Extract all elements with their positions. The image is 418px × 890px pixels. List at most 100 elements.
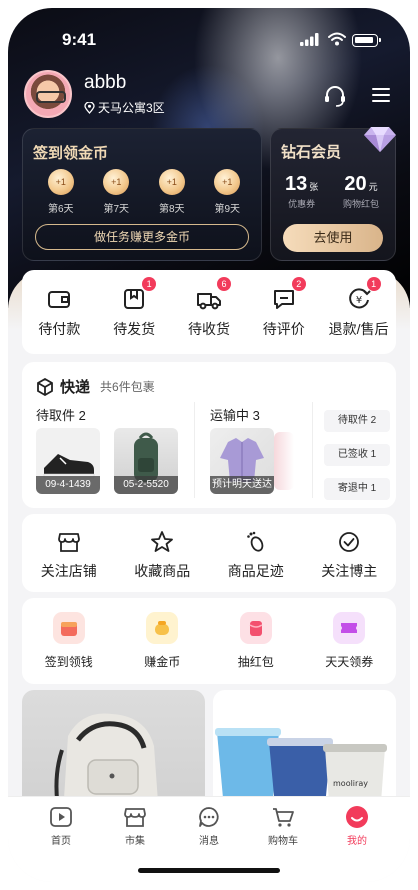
red-packet-glyph — [249, 621, 263, 636]
avatar[interactable] — [24, 70, 72, 118]
battery-icon — [352, 34, 381, 47]
coupon-count: 13 — [285, 173, 308, 195]
status-pill-count: 1 — [370, 483, 377, 494]
order-label: 待收货 — [187, 321, 230, 337]
coupon-stat[interactable]: 13 张 优惠券 — [285, 173, 318, 210]
coin-icon: +1 — [214, 169, 241, 195]
tab-label: 首页 — [51, 836, 71, 847]
order-pending-review[interactable]: 2 待评价 — [249, 277, 319, 354]
signin-title: 签到领金币 — [33, 145, 109, 162]
store-icon — [57, 533, 80, 552]
status-pill[interactable]: 待取件 2 — [324, 410, 390, 432]
activity-red-packet[interactable]: 抽红包 — [216, 612, 296, 684]
tab-market[interactable]: 市集 — [105, 805, 165, 847]
order-label: 待评价 — [262, 321, 305, 337]
home-indicator[interactable] — [138, 868, 280, 873]
tab-cart[interactable]: 购物车 — [253, 805, 313, 847]
shortcut-label: 关注店铺 — [40, 563, 97, 579]
signin-day-label: 第7天 — [103, 204, 130, 215]
activity-daily-coupon[interactable]: 天天领券 — [309, 612, 389, 684]
coin-jar-glyph — [155, 621, 170, 635]
ticket-icon — [333, 612, 366, 644]
shortcut-label: 商品足迹 — [227, 563, 284, 579]
wallet-icon — [48, 291, 71, 308]
package-item-peek — [274, 432, 294, 490]
status-pill[interactable]: 已签收 1 — [324, 444, 390, 466]
truck-icon — [196, 293, 221, 310]
box-icon — [37, 377, 53, 396]
signin-day[interactable]: +1 第8天 — [148, 169, 196, 215]
signin-day[interactable]: +1 第9天 — [203, 169, 251, 215]
tab-label: 市集 — [125, 836, 145, 847]
activity-earn-coins[interactable]: 赚金币 — [122, 612, 202, 684]
red-packet-amount: 20 — [344, 173, 367, 195]
refund-icon: ¥ — [348, 288, 371, 309]
location-pin-icon — [84, 101, 95, 114]
comment-icon-wrap: 2 — [271, 277, 306, 312]
express-header[interactable]: 快递 共6件包裹 — [36, 376, 155, 397]
shortcut-history[interactable]: 商品足迹 — [216, 530, 296, 592]
profile-smile-icon — [346, 806, 368, 828]
order-label: 待付款 — [38, 321, 81, 337]
signin-day[interactable]: +1 第7天 — [92, 169, 140, 215]
express-card: 快递 共6件包裹 待取件 2 运输中 3 09-4-1439 05-2-5520 — [22, 362, 396, 508]
activity-label: 抽红包 — [237, 655, 274, 669]
package-item[interactable]: 05-2-5520 — [114, 428, 178, 494]
signin-day[interactable]: +1 第6天 — [37, 169, 85, 215]
location[interactable]: 天马公寓3区 — [84, 99, 165, 116]
coin-icon: +1 — [158, 169, 185, 195]
status-pill-count: 1 — [370, 449, 377, 460]
phone-screen: 9:41 abbb 天马公寓3区 签到领金币 +1 第6天 +1 第7天 +1 … — [8, 8, 410, 882]
check-circle-icon — [339, 532, 360, 552]
username[interactable]: abbb — [84, 72, 126, 94]
calendar-gift-glyph — [60, 622, 77, 636]
order-refund[interactable]: ¥ 1 退款/售后 — [324, 277, 394, 354]
shortcut-label: 收藏商品 — [134, 563, 191, 579]
menu-icon[interactable] — [372, 87, 390, 103]
tab-messages[interactable]: 消息 — [179, 805, 239, 847]
shortcut-followed-bloggers[interactable]: 关注博主 — [309, 530, 389, 592]
order-pending-receipt[interactable]: 6 待收货 — [174, 277, 244, 354]
signin-card[interactable]: 签到领金币 +1 第6天 +1 第7天 +1 第8天 +1 第9天 做任务赚更多… — [22, 128, 262, 261]
play-icon — [50, 807, 72, 827]
headset-icon[interactable] — [322, 83, 348, 109]
package-item[interactable]: 09-4-1439 — [36, 428, 100, 494]
order-pending-shipment[interactable]: 1 待发货 — [99, 277, 169, 354]
activity-signin-cash[interactable]: 签到领钱 — [29, 612, 109, 684]
order-pending-payment[interactable]: 待付款 — [24, 286, 94, 354]
package-item[interactable]: 预计明天送达 — [210, 428, 274, 494]
shortcuts-card: 关注店铺 收藏商品 商品足迹 关注博主 — [22, 514, 396, 592]
svg-text:mooliray: mooliray — [333, 779, 368, 788]
signin-day-label: 第6天 — [47, 204, 74, 215]
status-pill-label: 寄退中 — [337, 483, 368, 494]
red-packet-icon — [239, 612, 272, 644]
badge: 1 — [366, 277, 381, 291]
pickup-title[interactable]: 待取件 2 — [36, 405, 86, 424]
membership-card[interactable]: 钻石会员 13 张 优惠券 20 元 购物红包 去使用 — [270, 127, 396, 261]
use-button[interactable]: 去使用 — [283, 224, 383, 252]
coin-icon: +1 — [47, 169, 74, 195]
tab-label: 我的 — [347, 836, 367, 847]
task-button[interactable]: 做任务赚更多金币 — [35, 224, 249, 250]
shortcut-followed-stores[interactable]: 关注店铺 — [29, 530, 109, 592]
status-bar: 9:41 — [8, 8, 410, 74]
status-pill-count: 2 — [370, 415, 377, 426]
red-packet-unit: 元 — [368, 182, 378, 192]
activities-card: 签到领钱 赚金币 抽红包 天天领券 — [22, 598, 396, 684]
transit-title[interactable]: 运输中 3 — [210, 405, 260, 424]
express-count: 共6件包裹 — [100, 380, 155, 394]
location-text: 天马公寓3区 — [98, 101, 165, 115]
tab-label: 消息 — [199, 836, 219, 847]
status-pill-label: 待取件 — [337, 415, 368, 426]
badge: 1 — [142, 277, 157, 291]
shortcut-favorites[interactable]: 收藏商品 — [122, 530, 202, 592]
red-packet-stat[interactable]: 20 元 购物红包 — [343, 173, 379, 210]
status-time: 9:41 — [62, 30, 97, 49]
package-icon-wrap: 1 — [121, 277, 157, 312]
pickup-code: 05-2-5520 — [114, 476, 178, 494]
tab-home[interactable]: 首页 — [31, 805, 91, 847]
status-pill[interactable]: 寄退中 1 — [324, 478, 390, 500]
activity-label: 赚金币 — [144, 655, 181, 669]
diamond-icon — [364, 127, 396, 152]
tab-me[interactable]: 我的 — [327, 805, 387, 847]
